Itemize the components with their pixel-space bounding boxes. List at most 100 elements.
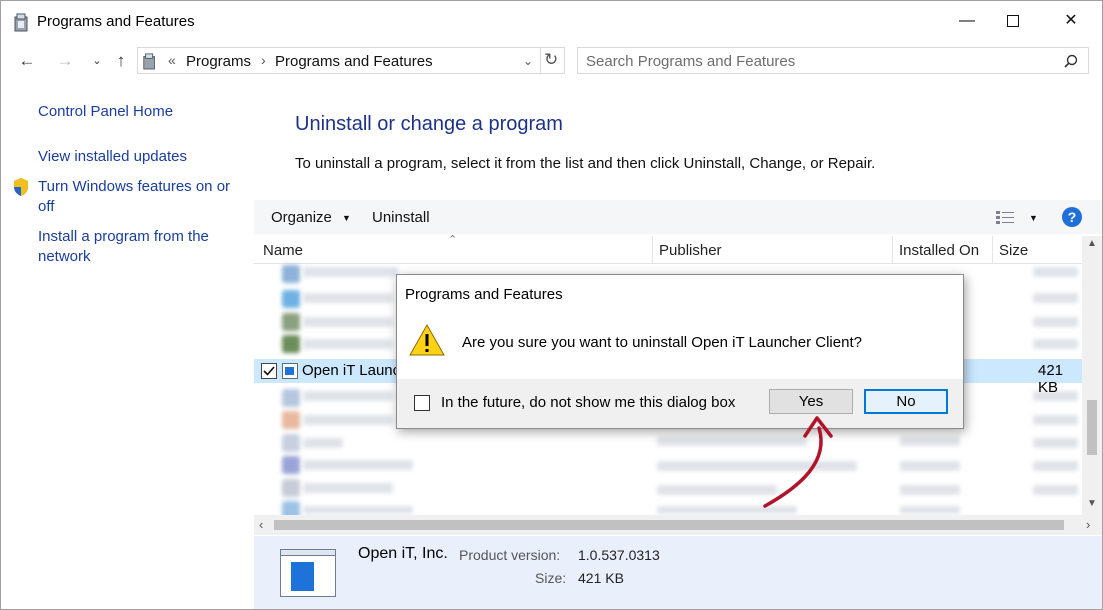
dont-show-again-label[interactable]: In the future, do not show me this dialo… [441,394,735,411]
program-icon [282,389,300,407]
breadcrumb-programs[interactable]: Programs [186,53,251,70]
table-row[interactable] [303,339,393,349]
address-bar[interactable]: « Programs › Programs and Features ⌄ ↻ [137,47,565,74]
column-divider[interactable] [652,236,653,263]
control-panel-home-link[interactable]: Control Panel Home [38,102,173,122]
table-cell [900,436,960,446]
program-name: Open iT Launc [302,362,401,379]
details-size: 421 KB [578,570,624,586]
program-icon [282,456,300,474]
breadcrumb-separator-icon: › [261,52,266,68]
window-title: Programs and Features [37,13,195,30]
search-icon[interactable] [1064,54,1078,68]
windows-features-link[interactable]: Turn Windows features on or off [38,177,238,217]
close-icon: ✕ [1064,12,1078,29]
program-icon [282,313,300,331]
confirm-uninstall-dialog: Programs and Features Are you sure you w… [396,274,964,429]
program-large-icon [280,549,336,597]
program-icon [282,434,300,452]
uninstall-button[interactable]: Uninstall [372,209,430,226]
view-installed-updates-link[interactable]: View installed updates [38,147,187,167]
details-version: 1.0.537.0313 [578,547,660,563]
details-publisher: Open iT, Inc. [358,545,448,562]
column-divider[interactable] [992,236,993,263]
chevron-down-icon: ⌄ [92,55,102,67]
forward-button[interactable]: → [53,49,77,73]
scroll-up-icon[interactable]: ▲ [1087,238,1097,249]
checkmark-icon [263,366,275,376]
programs-icon [14,13,28,32]
scroll-thumb[interactable] [1087,400,1097,455]
organize-button[interactable]: Organize [271,209,332,226]
command-bar: Organize ▼ Uninstall ▼ ? [254,200,1102,234]
maximize-icon [1007,15,1019,27]
forward-arrow-icon: → [56,51,74,70]
minimize-button[interactable]: — [944,1,990,41]
search-box[interactable]: Search Programs and Features [577,47,1089,74]
horizontal-scrollbar[interactable]: ‹ › [254,515,1102,535]
organize-dropdown-icon[interactable]: ▼ [342,213,351,223]
dont-show-again-checkbox[interactable] [414,395,430,411]
table-cell [900,485,960,495]
warning-icon [409,323,445,356]
vertical-scrollbar[interactable]: ▲ ▼ [1082,236,1102,516]
view-options-icon[interactable] [996,210,1016,224]
table-cell [900,461,960,471]
minimize-icon: — [959,12,975,29]
table-row[interactable] [303,317,393,327]
table-row[interactable] [303,293,393,303]
search-placeholder[interactable]: Search Programs and Features [586,53,795,70]
program-icon [282,479,300,497]
table-cell [1033,267,1078,277]
up-button[interactable]: ↑ [109,49,133,73]
table-row[interactable] [303,415,393,425]
view-dropdown-icon[interactable]: ▼ [1029,213,1038,223]
back-button[interactable]: ← [15,49,39,73]
help-icon[interactable]: ? [1062,207,1082,227]
table-cell [1033,461,1078,471]
table-row[interactable] [303,506,413,514]
maximize-button[interactable] [990,1,1036,41]
address-dropdown-icon[interactable]: ⌄ [523,54,533,68]
row-checkbox[interactable] [261,363,277,379]
scroll-down-icon[interactable]: ▼ [1087,498,1097,509]
dialog-title: Programs and Features [405,286,563,303]
details-pane: Open iT, Inc. Product version: 1.0.537.0… [254,536,1102,609]
breadcrumb-programs-and-features[interactable]: Programs and Features [275,53,433,70]
program-icon [282,335,300,353]
program-icon [282,363,298,379]
table-row[interactable] [303,483,393,493]
no-button[interactable]: No [864,389,948,414]
recent-locations-button[interactable]: ⌄ [85,49,109,73]
table-cell [1033,485,1078,495]
details-version-label: Product version: [459,547,561,563]
table-cell [1033,317,1078,327]
sort-ascending-icon: ⌃ [448,234,458,246]
scroll-left-icon[interactable]: ‹ [259,517,263,532]
column-headers: Name ⌃ Publisher Installed On Size [254,234,1082,264]
column-installed-on[interactable]: Installed On [899,242,979,259]
table-row[interactable] [303,391,393,401]
refresh-icon[interactable]: ↻ [544,50,558,70]
table-row[interactable] [303,460,413,470]
table-cell [1033,293,1078,303]
title-bar: Programs and Features — ✕ [1,1,1102,41]
table-cell [900,506,960,514]
shield-icon [14,178,28,196]
table-row[interactable] [303,438,343,448]
column-name[interactable]: Name [263,242,303,259]
install-from-network-link[interactable]: Install a program from the network [38,227,228,267]
column-publisher[interactable]: Publisher [659,242,722,259]
dialog-message: Are you sure you want to uninstall Open … [462,334,862,351]
scroll-thumb[interactable] [274,520,1064,530]
table-row[interactable] [303,267,398,277]
scroll-right-icon[interactable]: › [1086,517,1090,532]
details-size-label: Size: [535,570,567,586]
breadcrumb-overflow[interactable]: « [168,52,176,68]
program-icon [282,265,300,283]
up-arrow-icon: ↑ [116,51,126,70]
program-icon [282,411,300,429]
column-divider[interactable] [892,236,893,263]
column-size[interactable]: Size [999,242,1028,259]
close-button[interactable]: ✕ [1048,1,1094,41]
